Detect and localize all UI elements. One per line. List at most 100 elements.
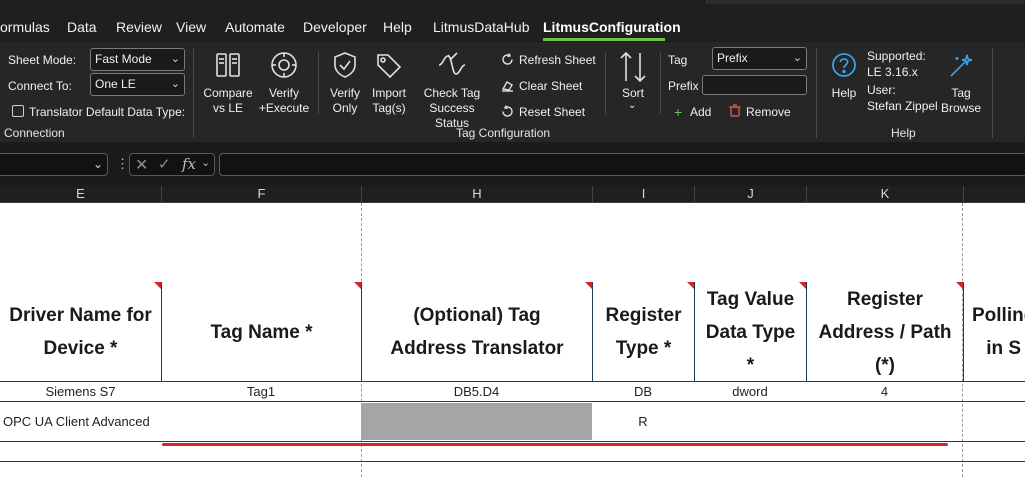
active-tab-indicator <box>543 38 665 41</box>
column-header-j[interactable]: J <box>694 186 806 203</box>
cell-address-translator[interactable]: DB5.D4 <box>361 384 592 399</box>
verify-only-icon[interactable] <box>332 51 358 79</box>
reset-sheet-button[interactable]: Reset Sheet <box>519 105 585 119</box>
prefix-input[interactable] <box>702 75 807 95</box>
group-divider <box>318 52 319 114</box>
menu-help[interactable]: Help <box>383 19 412 35</box>
header-tag-name[interactable]: Tag Name * <box>161 282 361 382</box>
chevron-down-icon[interactable]: ⌄ <box>628 100 636 111</box>
menu-data[interactable]: Data <box>67 19 97 35</box>
tag-configuration-group-label: Tag Configuration <box>456 126 551 140</box>
import-tag-icon[interactable] <box>375 52 403 78</box>
cell-driver-name[interactable]: OPC UA Client Advanced <box>0 414 161 429</box>
header-polling[interactable]: Polling in S <box>963 282 1025 382</box>
compare-icon[interactable] <box>214 51 242 79</box>
menu-litmusdatahub[interactable]: LitmusDataHub <box>433 19 530 35</box>
column-header-next[interactable] <box>963 186 1025 203</box>
confirm-icon[interactable]: ✓ <box>158 155 171 173</box>
user-name: Stefan Zippel <box>867 99 938 113</box>
required-marker <box>956 282 963 289</box>
supported-label: Supported: <box>867 49 926 63</box>
group-divider <box>992 48 993 138</box>
user-label: User: <box>867 83 896 97</box>
check-tag-button[interactable]: Check Tag Success Status <box>412 86 492 131</box>
cancel-icon[interactable]: ✕ <box>135 155 148 175</box>
refresh-sheet-button[interactable]: Refresh Sheet <box>519 53 596 67</box>
header-register-address[interactable]: Register Address / Path (*) <box>806 282 963 382</box>
sort-button[interactable]: Sort <box>614 86 652 100</box>
ribbon: Sheet Mode: Fast Mode ⌄ Connect To: One … <box>0 42 1025 162</box>
sheet-mode-dropdown[interactable]: Fast Mode ⌄ <box>90 48 185 71</box>
name-box[interactable]: ⌄ <box>0 153 108 176</box>
connect-to-label: Connect To: <box>8 79 72 93</box>
menu-view[interactable]: View <box>176 19 206 35</box>
chevron-down-icon[interactable]: ⌄ <box>201 156 210 169</box>
column-header-k[interactable]: K <box>806 186 963 203</box>
translator-checkbox[interactable] <box>12 105 24 117</box>
connect-to-dropdown[interactable]: One LE ⌄ <box>90 73 185 96</box>
import-tags-button[interactable]: Import Tag(s) <box>367 86 411 116</box>
required-marker <box>354 282 361 289</box>
sort-icon[interactable] <box>618 50 648 84</box>
sheet-grid[interactable]: Driver Name for Device * Tag Name * (Opt… <box>0 203 1025 477</box>
translator-label: Translator Default Data Type: <box>29 105 186 119</box>
verify-execute-button[interactable]: Verify +Execute <box>257 86 311 116</box>
menu-formulas[interactable]: ormulas <box>0 19 50 35</box>
row-border <box>0 441 1025 442</box>
header-text: Tag Value Data Type * <box>705 288 796 376</box>
sheet-mode-label: Sheet Mode: <box>8 53 77 67</box>
row-border <box>0 401 1025 402</box>
header-register-type[interactable]: Register Type * <box>592 282 694 382</box>
group-divider <box>605 52 606 114</box>
column-header-i[interactable]: I <box>592 186 694 203</box>
header-address-translator[interactable]: (Optional) Tag Address Translator <box>361 282 592 382</box>
clear-sheet-button[interactable]: Clear Sheet <box>519 79 582 93</box>
formula-input[interactable] <box>219 153 1025 176</box>
tag-mode-dropdown[interactable]: Prefix ⌄ <box>712 47 807 70</box>
group-divider <box>660 52 661 114</box>
header-text: Polling in S <box>972 305 1025 359</box>
header-text: Driver Name for Device * <box>9 305 152 359</box>
cell-data-type[interactable]: dword <box>694 384 806 399</box>
row-border <box>0 381 1025 382</box>
plus-icon: + <box>674 104 683 120</box>
tag-browse-icon[interactable] <box>947 52 975 80</box>
cell-tag-name[interactable]: Tag1 <box>161 384 361 399</box>
header-tag-value-data-type[interactable]: Tag Value Data Type * <box>694 282 806 382</box>
menu-litmusconfiguration[interactable]: LitmusConfiguration <box>543 19 681 35</box>
group-divider <box>816 48 817 138</box>
required-marker <box>687 282 694 289</box>
formula-buttons: ✕ ✓ fx ⌄ <box>129 153 215 176</box>
tag-label: Tag <box>668 53 688 67</box>
menu-review[interactable]: Review <box>116 19 162 35</box>
cell-register-address[interactable]: 4 <box>806 384 963 399</box>
cell-driver-name[interactable]: Siemens S7 <box>0 384 161 399</box>
header-driver-name[interactable]: Driver Name for Device * <box>0 282 161 382</box>
required-marker <box>585 282 592 289</box>
chevron-down-icon: ⌄ <box>170 78 180 90</box>
insert-function-button[interactable]: fx <box>182 155 196 173</box>
remove-button[interactable]: Remove <box>746 105 791 119</box>
compare-button[interactable]: Compare vs LE <box>200 86 256 116</box>
refresh-icon <box>501 53 514 66</box>
reset-icon <box>501 105 514 118</box>
more-options-icon[interactable]: ⋮ <box>116 156 129 172</box>
column-header-e[interactable]: E <box>0 186 161 203</box>
header-text: Register Type * <box>605 305 682 359</box>
tag-browse-button[interactable]: Tag Browse <box>938 86 984 116</box>
menu-developer[interactable]: Developer <box>303 19 367 35</box>
sheet-mode-value: Fast Mode <box>95 52 152 66</box>
cell-register-type[interactable]: R <box>592 414 694 429</box>
column-header-f[interactable]: F <box>161 186 361 203</box>
verify-only-button[interactable]: Verify Only <box>324 86 366 116</box>
help-icon[interactable] <box>831 52 857 78</box>
check-tag-icon[interactable] <box>437 52 467 78</box>
trash-icon <box>729 104 741 117</box>
menu-automate[interactable]: Automate <box>225 19 285 35</box>
cell-register-type[interactable]: DB <box>592 384 694 399</box>
header-text: (Optional) Tag Address Translator <box>390 305 564 359</box>
help-button[interactable]: Help <box>826 86 862 100</box>
column-header-h[interactable]: H <box>361 186 592 203</box>
add-button[interactable]: Add <box>690 105 711 119</box>
verify-execute-icon[interactable] <box>269 50 299 80</box>
